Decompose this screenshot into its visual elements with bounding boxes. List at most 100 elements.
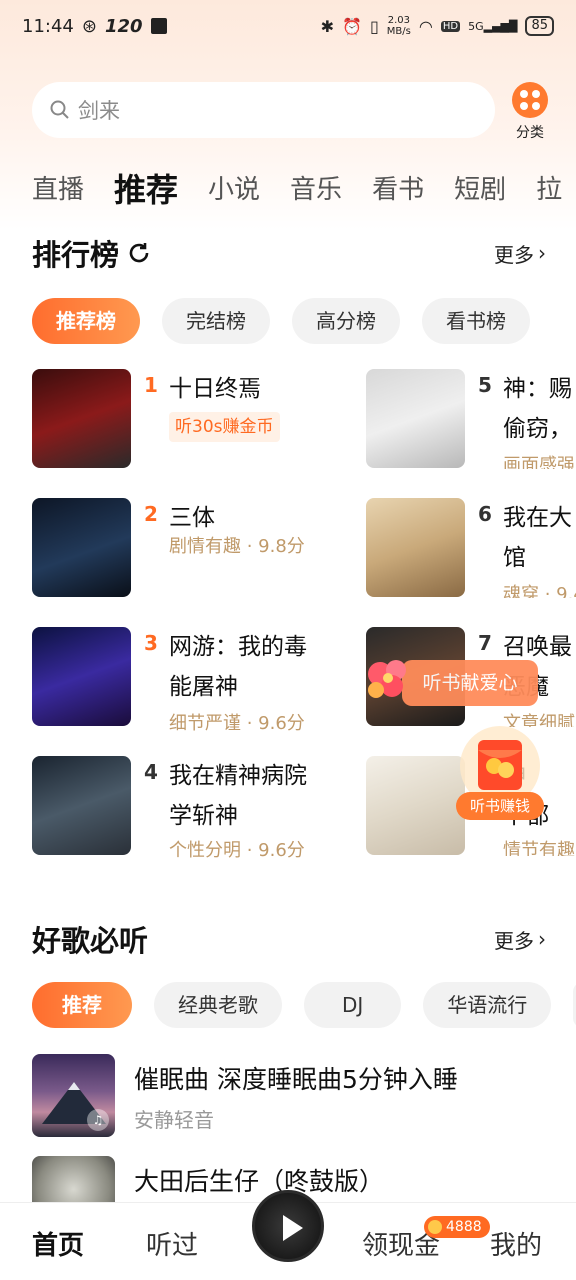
song-item[interactable]: ♫ 催眠曲 深度睡眠曲5分钟入睡 安静轻音 [32,1054,562,1138]
chevron-right-icon: › [538,241,546,265]
rank-number: 2 [144,502,158,526]
nav-home[interactable]: 首页 [32,1225,84,1262]
grid-dots-icon [512,82,548,118]
vibrate-icon: ▯ [369,16,379,36]
rank-item[interactable]: 4 我在精神病院 学斩神 个性分明 · 9.6分 [32,756,332,861]
top-tabs: 直播 推荐 小说 音乐 看书 短剧 拉 [32,158,576,212]
clock: 11:44 [22,15,74,37]
signal-icon: 5G▂▄▆█ [468,19,518,33]
book-tag: 画面感强 [503,455,575,469]
song-cover: ♫ [32,1054,115,1137]
book-tag: 剧情有趣 · 9.8分 [169,536,305,557]
sync-icon: ⊛ [81,15,97,37]
chip-dj[interactable]: DJ [304,982,402,1028]
search-input[interactable]: 剑来 [32,82,495,138]
charity-listen-label: 听书献爱心 [402,660,538,706]
refresh-icon[interactable] [127,241,151,265]
chip-chinese-pop[interactable]: 华语流行 [423,982,552,1028]
rank-item[interactable]: 3 网游：我的毒 能屠神 细节严谨 · 9.6分 [32,627,332,734]
tab-recommend[interactable]: 推荐 [114,168,178,212]
tab-short-drama[interactable]: 短剧 [454,168,506,212]
category-label: 分类 [516,125,544,141]
rank-number: 7 [478,631,492,655]
charity-listen-badge[interactable]: 听书献爱心 [362,654,538,714]
nav-history[interactable]: 听过 [146,1225,198,1262]
rank-item[interactable]: 6 我在大 馆 魂穿 · 9.4 [366,498,576,598]
hd-badge: HD [440,20,461,32]
ranking-chips: 推荐榜 完结榜 高分榜 看书榜 [32,298,576,344]
chip-classic-songs[interactable]: 经典老歌 [154,982,282,1028]
book-title-line2: 馆 [503,545,526,571]
chevron-right-icon: › [538,927,546,951]
book-title-line1: 我在精神病院 [169,763,307,789]
earn-coin-tag[interactable]: 听30s赚金币 [169,412,280,442]
chip-high-score-rank[interactable]: 高分榜 [292,298,400,344]
listen-earn-label: 听书赚钱 [456,792,544,820]
net-speed: 2.03 MB/s [386,15,411,37]
chip-reading-rank[interactable]: 看书榜 [422,298,530,344]
search-icon [50,100,69,119]
rank-number: 5 [478,373,492,397]
tab-reading[interactable]: 看书 [372,168,424,212]
book-tag: 情节有趣 [503,840,575,856]
rank-item[interactable]: 2 三体 剧情有趣 · 9.8分 [32,498,332,598]
song-artist: 安静轻音 [134,1108,214,1132]
coin-icon [428,1220,442,1234]
chip-recommend-rank[interactable]: 推荐榜 [32,298,140,344]
alarm-icon: ⏰ [342,16,362,36]
headphone-icon: ♫ [87,1109,109,1131]
book-title-line2: 学斩神 [169,803,238,829]
book-cover [32,627,131,726]
rank-number: 6 [478,502,492,526]
coin-count: 4888 [446,1219,482,1235]
tab-more[interactable]: 拉 [536,168,562,212]
book-cover [366,369,465,468]
refresh-rate: 120 [104,15,143,37]
nav-mine[interactable]: 我的 [490,1225,542,1262]
now-playing-button[interactable] [252,1190,324,1262]
book-cover [366,498,465,597]
book-cover [32,756,131,855]
tab-live[interactable]: 直播 [32,168,84,212]
book-tag: 细节严谨 · 9.6分 [169,713,305,734]
listen-earn-badge[interactable]: 听书赚钱 [452,726,548,826]
chip-recommend-songs[interactable]: 推荐 [32,982,132,1028]
book-title-line1: 神：赐 [503,376,572,402]
book-title-line1: 我在大 [503,505,572,531]
book-tag: 魂穿 · 9.4 [503,584,576,598]
book-title-line2: 能屠神 [169,674,238,700]
tab-novel[interactable]: 小说 [208,168,260,212]
book-cover [32,369,131,468]
rank-number: 1 [144,373,158,397]
book-tag: 个性分明 · 9.6分 [169,840,305,861]
song-title: 催眠曲 深度睡眠曲5分钟入睡 [134,1065,458,1094]
wifi-icon: ◠ [418,16,433,36]
play-icon [283,1215,303,1241]
ranking-header: 排行榜 更多 › [32,232,546,274]
rank-number: 4 [144,760,158,784]
category-button[interactable]: 分类 [508,82,552,142]
bluetooth-icon: ✱ [320,16,335,36]
song-title: 大田后生仔（咚鼓版） [134,1167,385,1196]
rank-item[interactable]: 5 神：赐 偷窃， 画面感强 [366,369,576,469]
tab-music[interactable]: 音乐 [290,168,342,212]
songs-more-link[interactable]: 更多 › [494,925,546,954]
ranking-title: 排行榜 [32,238,120,272]
book-title: 十日终焉 [169,376,261,402]
ranking-more-link[interactable]: 更多 › [494,239,546,268]
notification-icon [150,18,167,34]
chip-finished-rank[interactable]: 完结榜 [162,298,270,344]
book-title-line1: 网游：我的毒 [169,634,307,660]
coin-badge: 4888 [424,1216,490,1238]
book-cover [366,756,465,855]
flower-icon [368,660,406,698]
search-placeholder: 剑来 [78,99,120,123]
songs-title: 好歌必听 [32,924,149,958]
battery-indicator: 85 [525,16,554,36]
songs-header: 好歌必听 更多 › [32,918,546,960]
rank-item[interactable]: 1 十日终焉 听30s赚金币 [32,369,332,469]
book-cover [32,498,131,597]
song-chips: 推荐 经典老歌 DJ 华语流行 [32,982,576,1028]
rank-number: 3 [144,631,158,655]
book-title-line2: 偷窃， [503,416,572,442]
